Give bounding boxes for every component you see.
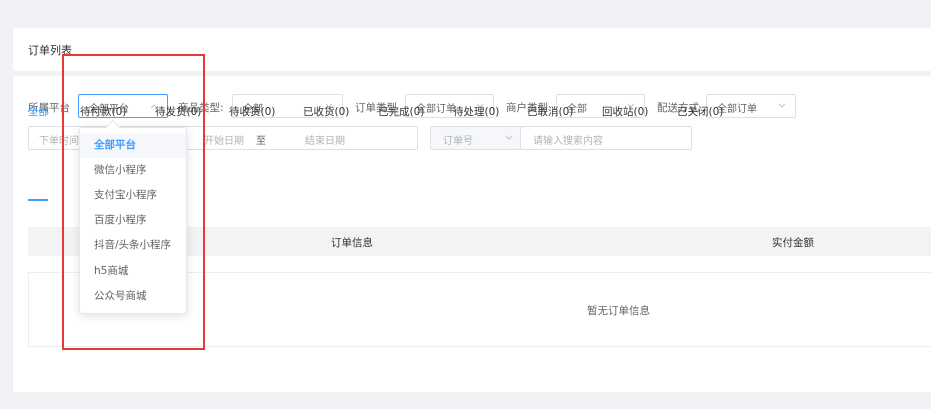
tab-recycle-bin[interactable]: 回收站(0) [602,104,648,119]
dropdown-option-all[interactable]: 全部平台 [80,133,186,158]
date-separator: 至 [256,136,266,147]
empty-text: 暂无订单信息 [587,305,650,317]
page-header-card: 订单列表 [13,28,931,71]
date-label: 下单时间 [39,136,79,147]
page-title: 订单列表 [28,44,72,57]
tab-completed[interactable]: 已完成(0) [378,104,424,119]
tab-pending-shipment[interactable]: 待发货(0) [155,104,201,119]
dropdown-option-alipay[interactable]: 支付宝小程序 [80,183,186,208]
column-order-info: 订单信息 [331,237,373,249]
search-field-value: 订单号 [443,136,473,147]
tab-pending-payment[interactable]: 待付款(0) [80,104,126,119]
tab-pending-processing[interactable]: 待处理(0) [453,104,499,119]
platform-dropdown: 全部平台 微信小程序 支付宝小程序 百度小程序 抖音/头条小程序 h5商城 公众… [79,119,187,314]
tab-closed[interactable]: 已关闭(0) [677,104,723,119]
start-date-input[interactable]: 开始日期 [204,132,244,147]
search-placeholder: 请输入搜索内容 [533,136,603,147]
dropdown-option-h5[interactable]: h5商城 [80,259,186,284]
tab-cancelled[interactable]: 已取消(0) [527,104,573,119]
tab-all[interactable]: 全部 [28,104,49,119]
end-date-input[interactable]: 结束日期 [305,132,345,147]
dropdown-option-douyin[interactable]: 抖音/头条小程序 [80,233,186,258]
search-input[interactable]: 请输入搜索内容 [520,126,692,150]
tab-received[interactable]: 已收货(0) [303,104,349,119]
dropdown-option-official-account[interactable]: 公众号商城 [80,284,186,309]
tab-pending-receipt[interactable]: 待收货(0) [229,104,275,119]
chevron-down-icon [778,103,786,108]
column-paid-amount: 实付金额 [772,237,814,249]
dropdown-option-wechat[interactable]: 微信小程序 [80,158,186,183]
active-tab-indicator [28,199,48,201]
dropdown-option-baidu[interactable]: 百度小程序 [80,208,186,233]
search-field-select[interactable]: 订单号 [430,126,521,150]
chevron-down-icon [505,135,513,140]
